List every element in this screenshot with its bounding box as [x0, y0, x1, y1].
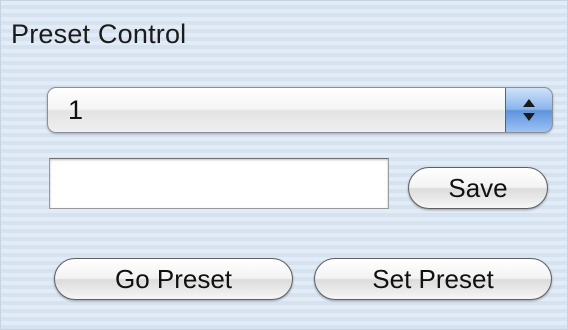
- preset-select-value: 1: [68, 95, 84, 125]
- panel-title: Preset Control: [11, 19, 187, 49]
- preset-name-field[interactable]: [49, 158, 389, 209]
- preset-select[interactable]: 1: [47, 87, 553, 133]
- go-preset-button[interactable]: Go Preset: [54, 258, 293, 300]
- save-button[interactable]: Save: [408, 167, 548, 209]
- up-down-arrows-icon[interactable]: [505, 88, 552, 132]
- preset-control-panel: Preset Control 1 Save Go Preset Set Pres…: [0, 0, 568, 330]
- set-preset-button[interactable]: Set Preset: [314, 258, 552, 300]
